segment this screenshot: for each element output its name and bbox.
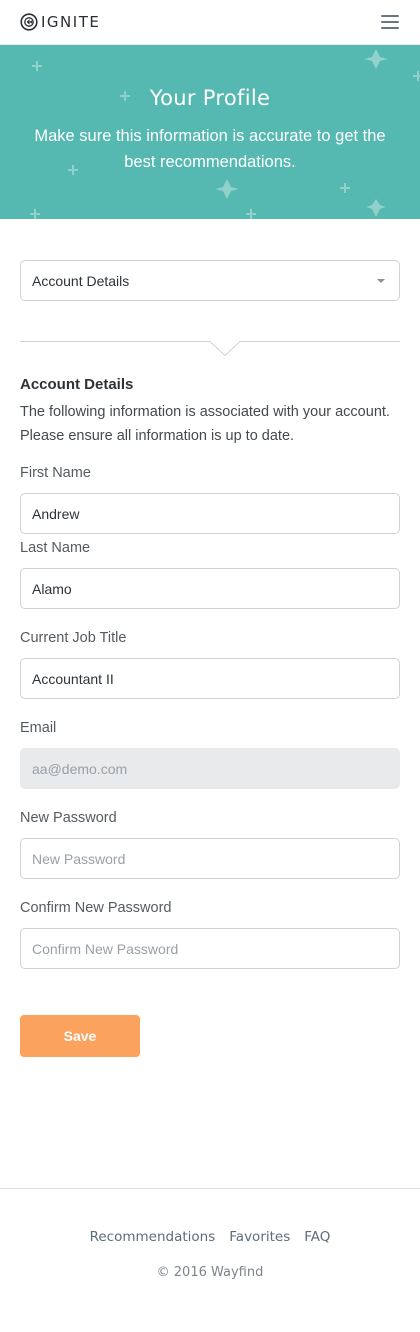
footer-link-recommendations[interactable]: Recommendations [90,1229,216,1245]
first-name-label: First Name [20,465,91,481]
save-button[interactable]: Save [20,1015,140,1057]
new-password-label: New Password [20,810,117,826]
hero-subtitle: Make sure this information is accurate t… [34,127,386,171]
account-form: First Name Last Name Current Job Title E… [20,464,400,1057]
top-nav-bar: IGNITE [0,0,420,45]
brand-name: IGNITE [41,13,101,31]
job-title-field[interactable] [20,658,400,699]
first-name-field[interactable] [20,493,400,534]
confirm-password-label: Confirm New Password [20,900,172,916]
section-select-value: Account Details [32,272,130,289]
last-name-field[interactable] [20,568,400,609]
profile-main: Account Details Account Details The foll… [0,219,420,1057]
hero-banner: Your Profile Make sure this information … [0,45,420,219]
first-name-group: First Name [20,464,400,534]
section-divider [20,341,400,357]
footer-nav: Recommendations Favorites FAQ [0,1229,420,1245]
job-title-label: Current Job Title [20,630,127,646]
hamburger-menu-icon[interactable] [381,15,399,29]
menu-line [381,21,399,23]
last-name-group: Last Name [20,539,400,609]
brand-logo[interactable]: IGNITE [20,13,100,31]
new-password-field[interactable] [20,838,400,879]
page-footer: Recommendations Favorites FAQ © 2016 Way… [0,1188,420,1280]
page-title: Your Profile [149,86,271,110]
account-details-heading: Account Details [20,376,134,393]
job-title-group: Current Job Title [20,629,400,699]
footer-link-faq[interactable]: FAQ [304,1229,330,1245]
footer-link-favorites[interactable]: Favorites [229,1229,290,1245]
email-field [20,748,400,789]
confirm-password-group: Confirm New Password [20,899,400,969]
ignite-logo-icon [20,13,38,31]
section-select[interactable]: Account Details [20,260,400,301]
menu-line [381,27,399,29]
divider-pointer-icon [20,341,400,357]
chevron-down-icon [377,278,385,283]
confirm-password-field[interactable] [20,928,400,969]
email-label: Email [20,720,57,736]
last-name-label: Last Name [20,540,91,556]
copyright-text: © 2016 Wayfind [156,1265,264,1280]
email-group: Email [20,719,400,789]
menu-line [381,15,399,17]
account-details-description: The following information is associated … [20,404,390,444]
new-password-group: New Password [20,809,400,879]
